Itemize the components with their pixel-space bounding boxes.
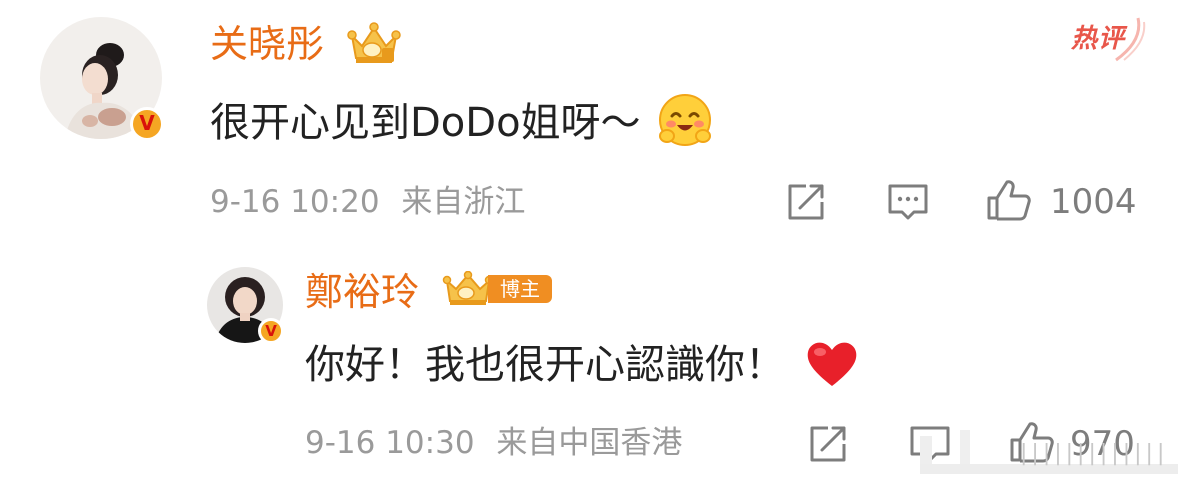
comment-date: 9-16 10:20 (210, 184, 380, 220)
reply-date: 9-16 10:30 (305, 425, 475, 461)
red-heart-emoji (807, 342, 857, 386)
comment-text: 很开心见到DoDo姐呀～ (210, 92, 713, 148)
comment-username[interactable]: 关晓彤 (210, 22, 324, 66)
like-icon[interactable] (985, 178, 1033, 222)
comment-location: 来自浙江 (401, 184, 526, 220)
reply-meta: 9-16 10:30 来自中国香港 (305, 425, 682, 461)
fan-crown-badge-icon (347, 22, 401, 63)
host-badge: 博主 (442, 271, 554, 307)
like-count: 1004 (1050, 182, 1137, 222)
reply-text-body: 你好！我也很开心認識你！ (305, 342, 785, 388)
share-icon[interactable] (806, 424, 850, 464)
comment-icon[interactable] (886, 182, 930, 222)
reply-text: 你好！我也很开心認識你！ (305, 338, 860, 390)
hot-comment-badge: 热评 (1058, 16, 1148, 64)
watermark: ||||||||||||| (920, 426, 1178, 474)
verified-badge-icon: V (130, 107, 164, 141)
host-badge-label: 博主 (488, 275, 552, 303)
hot-comment-label: 热评 (1070, 24, 1125, 54)
share-icon[interactable] (784, 182, 828, 222)
reply-username[interactable]: 鄭裕玲 (305, 270, 419, 314)
smiling-blushing-face-emoji (659, 94, 712, 146)
comment-meta: 9-16 10:20 来自浙江 (210, 184, 525, 220)
comment-text-body: 很开心见到DoDo姐呀～ (210, 100, 641, 146)
reply-location: 来自中国香港 (496, 425, 683, 461)
verified-badge-icon: V (258, 318, 284, 344)
watermark-text: ||||||||||||| (1020, 441, 1169, 466)
